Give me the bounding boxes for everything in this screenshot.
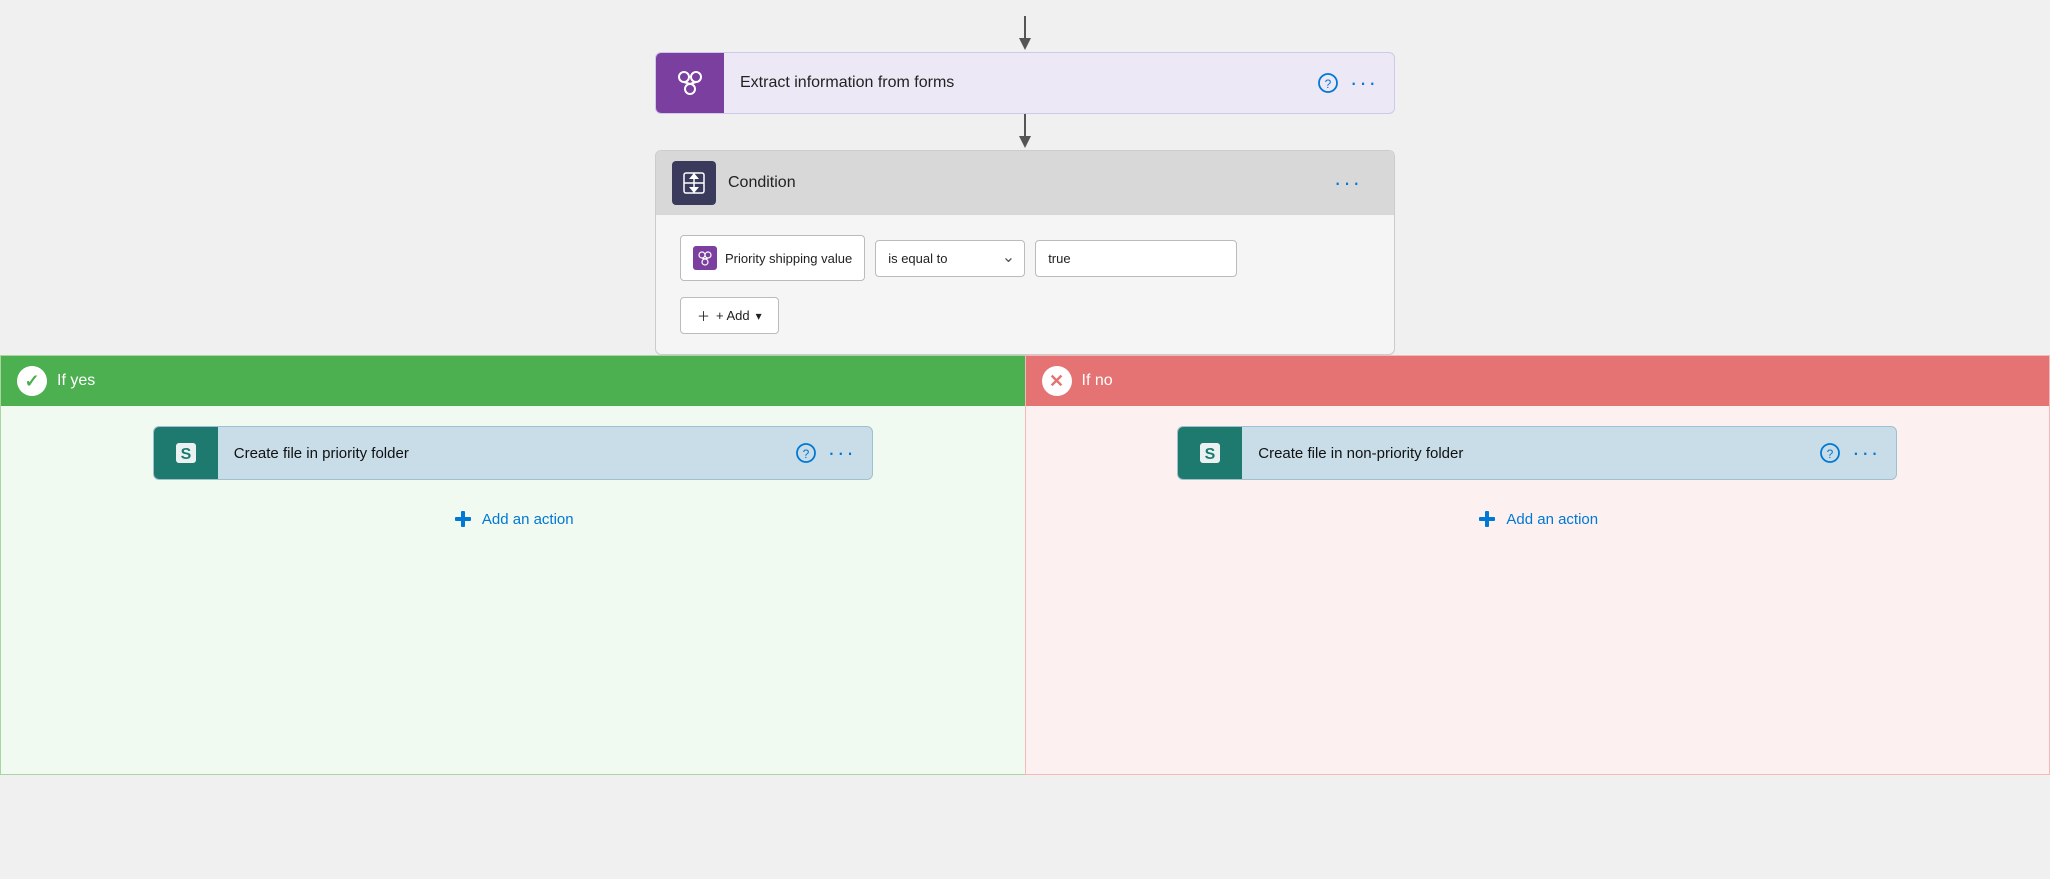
operator-select-wrap[interactable]: is equal to is not equal to contains doe… [875,240,1025,277]
branch-no: ✕ If no S Create file in non-priority fo… [1025,355,2050,775]
priority-chip-label: Priority shipping value [725,251,852,266]
priority-action-card[interactable]: S Create file in priority folder ? ··· [153,426,873,480]
top-flow: Extract information from forms ? ··· [0,0,2050,355]
svg-text:?: ? [1827,447,1834,461]
nonpriority-action-card[interactable]: S Create file in non-priority folder ? [1177,426,1897,480]
chevron-down-icon: ▾ [756,309,762,323]
sharepoint-priority-icon: S [154,427,218,479]
condition-row: Priority shipping value is equal to is n… [680,235,1370,281]
svg-text:?: ? [1325,77,1332,91]
nonpriority-help-button[interactable]: ? [1820,443,1840,463]
sharepoint-nonpriority-icon: S [1178,427,1242,479]
branches: ✓ If yes S Create file in priority folde… [0,355,2050,775]
condition-header: Condition ··· [656,151,1394,215]
condition-card-actions: ··· [1334,172,1378,194]
condition-body: Priority shipping value is equal to is n… [656,215,1394,354]
priority-more-button[interactable]: ··· [828,442,856,464]
canvas: Extract information from forms ? ··· [0,0,2050,879]
extract-help-button[interactable]: ? [1318,73,1338,93]
check-icon: ✓ [17,366,47,396]
add-action-yes-button[interactable]: Add an action [452,496,574,542]
svg-text:?: ? [802,447,809,461]
extract-card: Extract information from forms ? ··· [655,52,1395,114]
add-action-no-button[interactable]: Add an action [1476,496,1598,542]
middle-arrow [1015,114,1035,150]
extract-card-title: Extract information from forms [724,74,1318,92]
extract-more-button[interactable]: ··· [1350,72,1378,94]
nonpriority-action-title: Create file in non-priority folder [1242,445,1820,462]
condition-icon [672,161,716,205]
condition-more-button[interactable]: ··· [1334,172,1362,194]
branch-yes-header: ✓ If yes [1,356,1025,406]
priority-chip[interactable]: Priority shipping value [680,235,865,281]
add-condition-button[interactable]: ＋ + Add ▾ [680,297,779,334]
branch-no-content: S Create file in non-priority folder ? [1026,406,2050,746]
svg-text:S: S [1205,446,1216,463]
branch-yes-content: S Create file in priority folder ? ··· [1,406,1025,746]
x-icon: ✕ [1042,366,1072,396]
nonpriority-more-button[interactable]: ··· [1852,442,1880,464]
priority-chip-icon [693,246,717,270]
branch-yes-label: If yes [57,372,95,390]
branch-no-label: If no [1082,372,1113,390]
extract-icon [656,53,724,113]
add-action-no-label: Add an action [1506,511,1598,528]
branch-yes: ✓ If yes S Create file in priority folde… [0,355,1025,775]
svg-text:S: S [180,446,191,463]
condition-title: Condition [728,174,1334,192]
priority-action-title: Create file in priority folder [218,445,796,462]
priority-help-button[interactable]: ? [796,443,816,463]
add-icon: ＋ [697,306,710,325]
priority-action-buttons: ? ··· [796,442,872,464]
top-arrow [1015,16,1035,52]
condition-card: Condition ··· [655,150,1395,355]
condition-value-input[interactable] [1035,240,1237,277]
nonpriority-action-buttons: ? ··· [1820,442,1896,464]
operator-select[interactable]: is equal to is not equal to contains doe… [875,240,1025,277]
branch-no-header: ✕ If no [1026,356,2050,406]
add-action-yes-label: Add an action [482,511,574,528]
extract-card-actions: ? ··· [1318,72,1394,94]
